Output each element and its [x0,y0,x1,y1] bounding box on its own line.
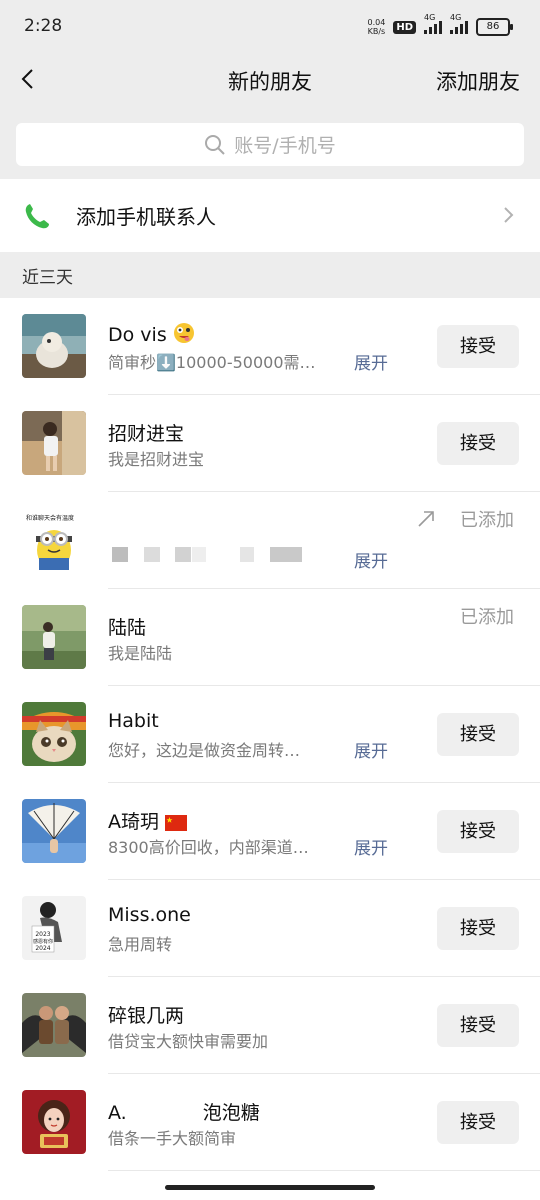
svg-text:感恩有你: 感恩有你 [33,938,53,945]
search-placeholder: 账号/手机号 [234,135,336,157]
friend-message: 我是陆陆 [108,644,173,663]
svg-text:和谁聊天会有温度: 和谁聊天会有温度 [26,514,74,522]
list-item[interactable]: 2023 感恩有你 2024 Miss.one 急用周转 接受 [0,880,540,977]
list-item[interactable]: A. 泡泡糖 借条一手大额简审 接受 [0,1074,540,1171]
avatar: 2023 感恩有你 2024 [22,896,86,960]
friend-name: Do vis [108,322,195,346]
status-bar: 2:28 0.04 KB/s HD 4G 4G 86 [0,0,540,52]
phone-icon [25,203,49,228]
svg-text:2024: 2024 [35,945,50,952]
search-input[interactable]: 账号/手机号 [16,123,524,166]
accept-button[interactable]: 接受 [437,1004,519,1047]
friend-message: 您好，这边是做资金周转… [108,741,301,760]
avatar [22,702,86,766]
list-item[interactable]: 和谁聊天会有温度 已添加 展开 [0,492,540,589]
accept-button[interactable]: 接受 [437,810,519,853]
accept-button[interactable]: 接受 [437,713,519,756]
accept-button[interactable]: 接受 [437,422,519,465]
expand-link[interactable]: 展开 [354,737,388,762]
friend-message: 简审秒⬇️10000-50000需… [108,353,316,372]
crazy-face-emoji-icon [173,323,194,343]
network-speed: 0.04 KB/s [367,18,386,36]
accept-button[interactable]: 接受 [437,1101,519,1144]
expand-link[interactable]: 展开 [354,349,388,374]
friend-message: 急用周转 [108,935,173,954]
friend-message: 借贷宝大额快审需要加 [108,1032,269,1051]
friend-name: 陆陆 [108,617,147,639]
section-label-recent: 近三天 [22,268,73,288]
chevron-right-icon [504,207,514,223]
accept-button[interactable]: 接受 [437,325,519,368]
list-item[interactable]: 碎银几两 借贷宝大额快审需要加 接受 [0,977,540,1074]
signal-icon-2: 4G [450,13,468,34]
arrow-up-right-icon [418,511,434,527]
friend-name: Habit [108,710,159,732]
china-flag-icon [165,815,188,831]
friend-message: 8300高价回收，内部渠道… [108,838,309,857]
blurred-message [108,547,308,565]
added-status: 已添加 [460,607,514,628]
friend-name: 招财进宝 [108,423,185,445]
nav-bar: 新的朋友 添加朋友 [0,52,540,108]
list-item[interactable]: Do vis 简审秒⬇️10000-50000需… 展开 接受 [0,298,540,395]
friend-message: 借条一手大额简审 [108,1129,237,1148]
svg-text:2023: 2023 [35,931,50,938]
friend-request-list: Do vis 简审秒⬇️10000-50000需… 展开 接受 招财进宝 我是招… [0,298,540,1200]
battery-icon: 86 [476,18,513,36]
added-status: 已添加 [460,510,514,531]
list-item[interactable]: A琦玥 8300高价回收，内部渠道… 展开 接受 [0,783,540,880]
home-indicator[interactable] [165,1185,375,1190]
status-icons: 0.04 KB/s HD 4G 4G 86 [367,13,513,38]
friend-name: 碎银几两 [108,1005,185,1027]
accept-button[interactable]: 接受 [437,907,519,950]
friend-name: Miss.one [108,904,191,926]
hd-voice-icon: HD [393,20,416,34]
signal-icon-1: 4G [424,13,442,34]
status-time: 2:28 [24,16,63,36]
list-item[interactable]: 陆陆 我是陆陆 已添加 [0,589,540,686]
list-item[interactable]: Habit 您好，这边是做资金周转… 展开 接受 [0,686,540,783]
avatar [22,1090,86,1154]
expand-link[interactable]: 展开 [354,834,388,859]
avatar [22,314,86,378]
avatar [22,993,86,1057]
friend-name: A. 泡泡糖 [108,1102,260,1124]
search-icon [205,134,226,155]
add-phone-contacts-row[interactable]: 添加手机联系人 [0,179,540,252]
avatar [22,411,86,475]
add-friend-button[interactable]: 添加朋友 [436,66,520,96]
friend-name: A琦玥 [108,807,188,834]
friend-message: 我是招财进宝 [108,450,205,469]
list-item[interactable]: 招财进宝 我是招财进宝 接受 [0,395,540,492]
avatar [22,799,86,863]
phone-contacts-label: 添加手机联系人 [76,205,216,229]
expand-link[interactable]: 展开 [354,547,388,572]
avatar [22,605,86,669]
avatar: 和谁聊天会有温度 [22,508,86,572]
